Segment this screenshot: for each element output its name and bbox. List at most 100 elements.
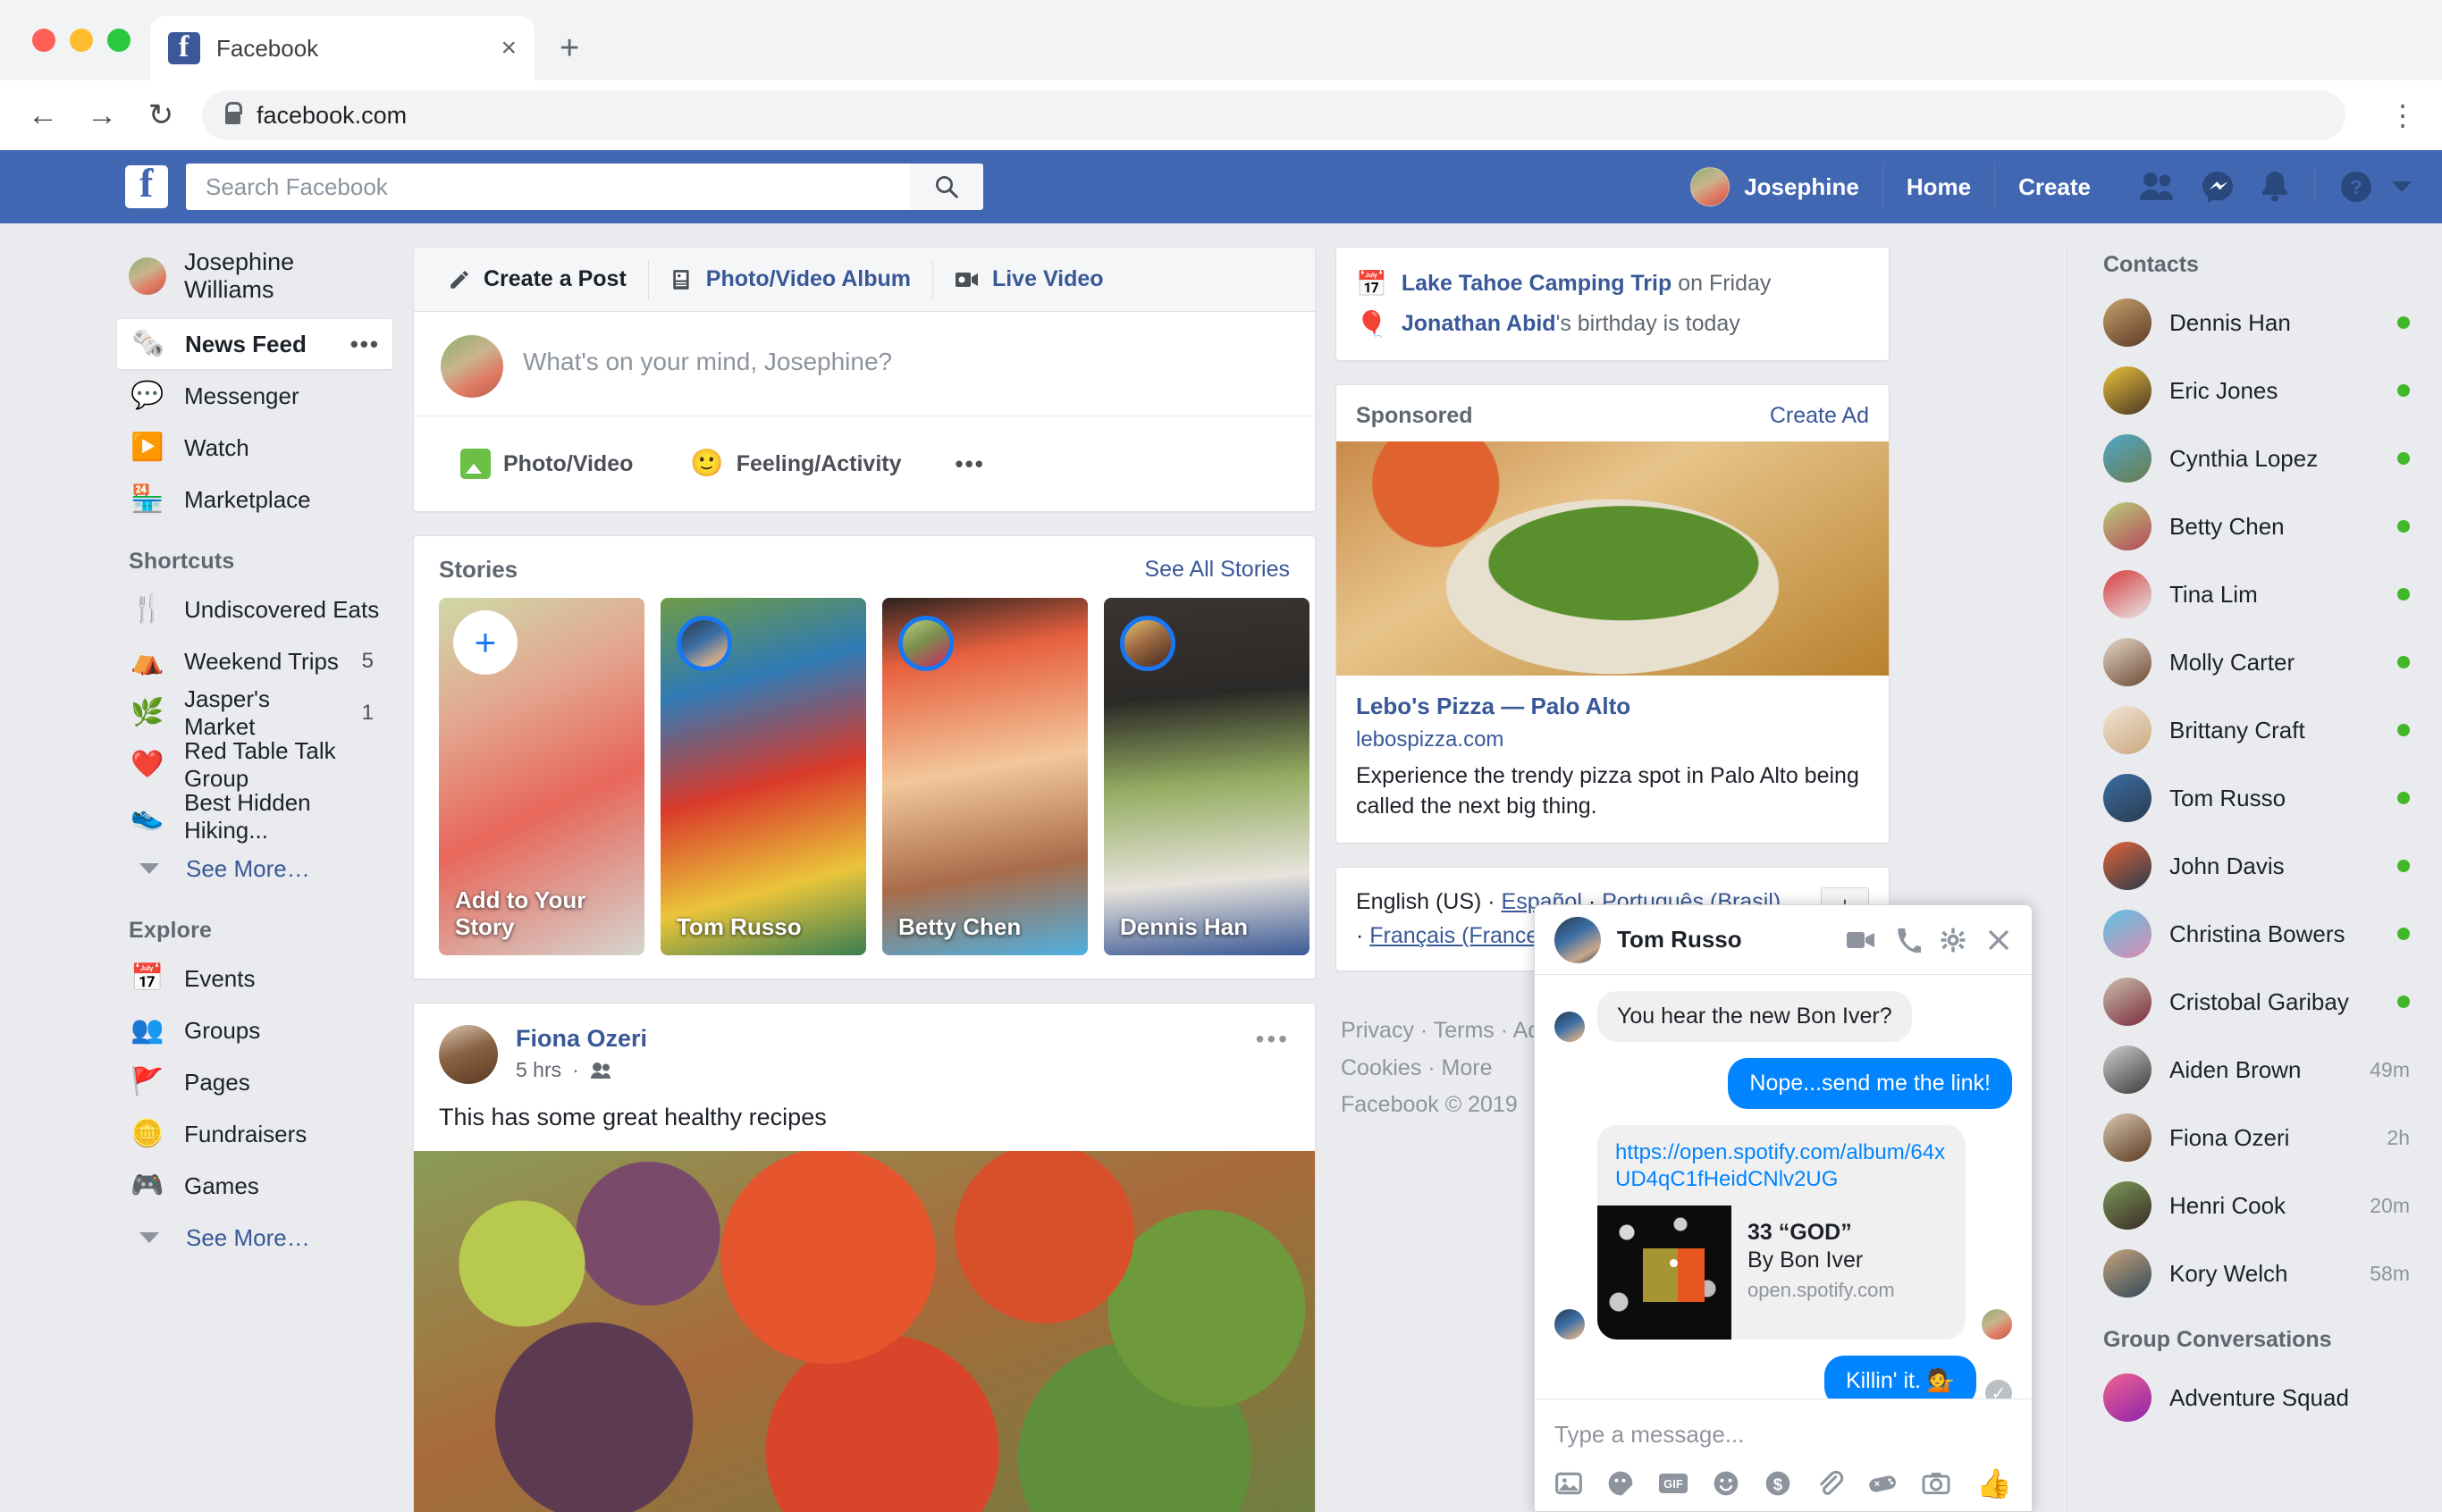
nav-profile[interactable]: Josephine <box>1667 164 1883 209</box>
maximize-window-button[interactable] <box>107 29 131 52</box>
contact-row[interactable]: Cristobal Garibay <box>2091 968 2422 1036</box>
camera-icon[interactable] <box>1921 1469 1951 1498</box>
sidebar-item-best-hidden-hiking[interactable]: 👟 Best Hidden Hiking... <box>116 789 393 844</box>
close-window-button[interactable] <box>32 29 55 52</box>
notifications-icon[interactable] <box>2261 171 2289 203</box>
nav-create[interactable]: Create <box>1995 164 2114 209</box>
contact-row[interactable]: Dennis Han <box>2091 289 2422 357</box>
sidebar-item-games[interactable]: 🎮 Games <box>116 1160 393 1212</box>
contact-row[interactable]: Christina Bowers <box>2091 900 2422 968</box>
thumbs-up-icon[interactable]: 👍 <box>1976 1466 2012 1500</box>
add-story-icon[interactable]: + <box>453 610 518 675</box>
post-image[interactable] <box>414 1151 1315 1512</box>
sidebar-item-weekend-trips[interactable]: ⛺ Weekend Trips 5 <box>116 635 393 687</box>
sticker-icon[interactable] <box>1606 1469 1635 1498</box>
games-icon[interactable]: × <box>1867 1469 1898 1498</box>
gif-icon[interactable]: GIF <box>1658 1469 1688 1498</box>
news-feed-options-icon[interactable]: ••• <box>350 331 380 358</box>
forward-icon[interactable]: → <box>84 98 120 133</box>
url-bar[interactable]: facebook.com <box>202 90 2345 140</box>
money-icon[interactable]: $ <box>1764 1469 1792 1498</box>
story-dennis-han[interactable]: Dennis Han <box>1104 598 1309 955</box>
composer-more-button[interactable]: ••• <box>936 436 1005 491</box>
contact-row[interactable]: Kory Welch 58m <box>2091 1239 2422 1307</box>
group-conversation-row[interactable]: Adventure Squad <box>2091 1364 2422 1432</box>
facebook-search[interactable] <box>186 164 983 210</box>
post-author-link[interactable]: Fiona Ozeri <box>516 1025 647 1053</box>
sidebar-item-marketplace[interactable]: 🏪 Marketplace <box>116 474 393 525</box>
facebook-logo-icon[interactable] <box>125 162 168 208</box>
contact-row[interactable]: Molly Carter <box>2091 628 2422 696</box>
image-icon[interactable] <box>1554 1469 1583 1498</box>
language-francais[interactable]: Français (France) <box>1369 923 1545 948</box>
contact-row[interactable]: Henri Cook 20m <box>2091 1172 2422 1239</box>
contact-row[interactable]: Cynthia Lopez <box>2091 424 2422 492</box>
tab-photo-video-album[interactable]: Photo/Video Album <box>649 259 933 299</box>
minimize-window-button[interactable] <box>70 29 93 52</box>
emoji-icon[interactable] <box>1712 1469 1740 1498</box>
tab-create-a-post[interactable]: Create a Post <box>426 259 649 299</box>
sidebar-item-news-feed[interactable]: 🗞️ News Feed ••• <box>116 318 393 370</box>
sponsored-url[interactable]: lebospizza.com <box>1356 727 1869 752</box>
explore-see-more[interactable]: See More… <box>116 1212 393 1264</box>
contact-row[interactable]: Betty Chen <box>2091 492 2422 560</box>
sidebar-item-jaspers-market[interactable]: 🌿 Jasper's Market 1 <box>116 685 393 740</box>
story-betty-chen[interactable]: Betty Chen <box>882 598 1088 955</box>
reload-icon[interactable]: ↻ <box>143 97 179 133</box>
post-input[interactable]: What's on your mind, Josephine? <box>523 335 892 398</box>
sidebar-item-profile[interactable]: Josephine Williams <box>116 247 393 306</box>
spotify-link-card[interactable]: https://open.spotify.com/album/64xUD4qC1… <box>1597 1125 1966 1340</box>
back-icon[interactable]: ← <box>25 98 61 133</box>
sidebar-item-undiscovered-eats[interactable]: 🍴 Undiscovered Eats <box>116 584 393 635</box>
link-url[interactable]: https://open.spotify.com/album/64xUD4qC1… <box>1597 1125 1966 1205</box>
sidebar-item-red-table-talk-group[interactable]: ❤️ Red Table Talk Group <box>116 737 393 792</box>
contact-row[interactable]: Tom Russo <box>2091 764 2422 832</box>
contact-row[interactable]: Aiden Brown 49m <box>2091 1036 2422 1104</box>
contact-row[interactable]: Eric Jones <box>2091 357 2422 424</box>
new-tab-button[interactable]: + <box>560 29 579 68</box>
avatar[interactable] <box>439 1025 498 1084</box>
chat-message-input[interactable]: Type a message... <box>1554 1414 2012 1466</box>
chevron-down-icon[interactable] <box>2390 178 2413 196</box>
browser-menu-icon[interactable]: ⋮ <box>2388 98 2417 132</box>
window-controls[interactable] <box>25 0 150 80</box>
see-all-stories-link[interactable]: See All Stories <box>1144 557 1290 583</box>
close-tab-button[interactable]: × <box>501 35 517 62</box>
create-ad-link[interactable]: Create Ad <box>1770 403 1869 429</box>
browser-tab-facebook[interactable]: Facebook × <box>150 16 535 80</box>
phone-call-icon[interactable] <box>1896 928 1921 953</box>
event-item-birthday[interactable]: 🎈 Jonathan Abid's birthday is today <box>1356 304 1869 344</box>
search-input[interactable] <box>186 164 910 210</box>
story-add-to-your-story[interactable]: + Add to Your Story <box>439 598 644 955</box>
contact-row[interactable]: Fiona Ozeri 2h <box>2091 1104 2422 1172</box>
shortcuts-see-more[interactable]: See More… <box>116 843 393 895</box>
friend-requests-icon[interactable] <box>2139 172 2175 202</box>
close-icon[interactable] <box>1985 927 2012 953</box>
sidebar-item-groups[interactable]: 👥 Groups <box>116 1004 393 1056</box>
search-button[interactable] <box>910 164 983 210</box>
sidebar-item-label: Undiscovered Eats <box>184 595 380 623</box>
sidebar-item-events[interactable]: 📅 Events <box>116 953 393 1004</box>
gear-icon[interactable] <box>1941 928 1966 953</box>
help-icon[interactable]: ? <box>2340 171 2372 203</box>
attachment-icon[interactable] <box>1815 1469 1844 1498</box>
sidebar-item-messenger[interactable]: 💬 Messenger <box>116 370 393 422</box>
feeling-activity-button[interactable]: 🙂 Feeling/Activity <box>667 436 924 491</box>
contact-row[interactable]: Tina Lim <box>2091 560 2422 628</box>
nav-home[interactable]: Home <box>1883 164 1996 209</box>
photo-video-button[interactable]: Photo/Video <box>437 436 656 491</box>
sidebar-item-watch[interactable]: ▶️ Watch <box>116 422 393 474</box>
sponsored-image[interactable] <box>1336 441 1889 676</box>
contact-row[interactable]: John Davis <box>2091 832 2422 900</box>
sidebar-item-pages[interactable]: 🚩 Pages <box>116 1056 393 1108</box>
tab-live-video[interactable]: Live Video <box>933 260 1125 299</box>
post-options-icon[interactable]: ••• <box>1256 1025 1290 1054</box>
story-tom-russo[interactable]: Tom Russo <box>661 598 866 955</box>
contact-row[interactable]: Brittany Craft <box>2091 696 2422 764</box>
chat-window-tom-russo[interactable]: Tom Russo You hear the new Bon Iver? Nop… <box>1534 904 2033 1512</box>
event-item-lake-tahoe[interactable]: 📅 Lake Tahoe Camping Trip on Friday <box>1356 264 1869 304</box>
sponsored-title-link[interactable]: Lebo's Pizza — Palo Alto <box>1356 692 1869 722</box>
video-call-icon[interactable] <box>1846 929 1876 951</box>
sidebar-item-fundraisers[interactable]: 🪙 Fundraisers <box>116 1108 393 1160</box>
messenger-icon[interactable] <box>2202 171 2234 203</box>
